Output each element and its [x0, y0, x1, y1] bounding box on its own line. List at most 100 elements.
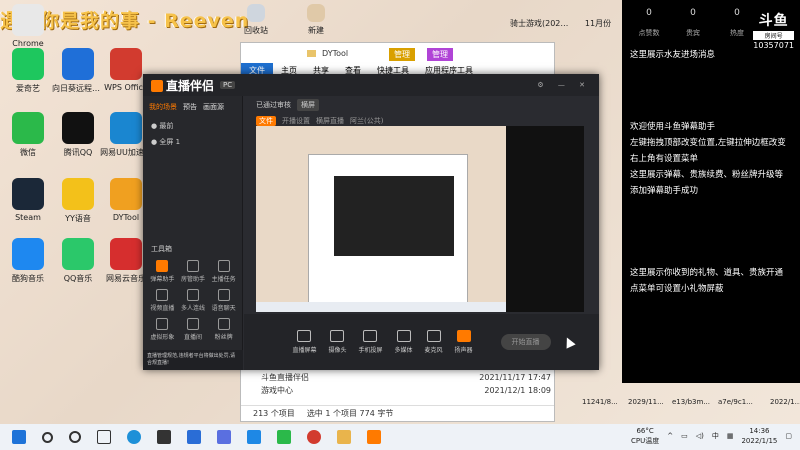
control-label: 扬声器 — [454, 347, 473, 354]
toolbox-item[interactable]: 房管助手 — [178, 260, 209, 283]
desktop-icon[interactable]: Chrome — [2, 4, 54, 48]
toolbox-item[interactable]: 虚拟形象 — [147, 318, 178, 341]
cpu-temp[interactable]: 66°C CPU温度 — [631, 426, 659, 446]
desktop-icon-game[interactable]: 骑士游戏(2022新) — [510, 18, 570, 29]
file-tag[interactable]: 文件 — [256, 116, 276, 126]
desktop-icon-recycle[interactable]: 回收站 — [230, 4, 282, 36]
explorer-title: DYTool — [322, 48, 349, 58]
desktop-icon-label: Chrome — [12, 39, 44, 48]
defender-icon[interactable] — [247, 430, 261, 444]
file-list: 斗鱼直播伴侣 2021/11/17 17:47 游戏中心 2021/12/1 1… — [261, 371, 551, 397]
stream-control[interactable]: 多媒体 — [395, 330, 413, 354]
tool-label: 直播间 — [183, 334, 202, 341]
volume-icon[interactable]: ◁) — [696, 432, 704, 440]
wechat-icon[interactable] — [277, 430, 291, 444]
toolbox-title: 工具箱 — [151, 245, 172, 253]
clock[interactable]: 14:36 2022/1/15 — [741, 426, 777, 446]
desktop-icon[interactable]: YY语音 — [52, 178, 104, 224]
toolbox-item[interactable]: 直播间 — [178, 318, 209, 341]
stream-control[interactable]: 摄像头 — [328, 330, 346, 354]
stat-vip: 0 贵宾 — [686, 8, 700, 37]
desktop-icon[interactable]: QQ音乐 — [52, 238, 104, 284]
toolbox-item[interactable]: 粉丝牌 — [208, 318, 239, 341]
app-icon — [110, 112, 142, 144]
tab-preview[interactable]: 预告 — [183, 102, 197, 112]
windows-start-icon[interactable] — [12, 430, 26, 444]
desktop-file-label[interactable]: a7e/9c1... — [718, 398, 753, 406]
desktop-icon[interactable]: 腾讯QQ — [52, 112, 104, 158]
control-label: 多媒体 — [394, 347, 413, 354]
desktop-file-label[interactable]: 2029/11... — [628, 398, 664, 406]
toolbox-item[interactable]: 多人连线 — [178, 289, 209, 312]
store-icon[interactable] — [157, 430, 171, 444]
stream-control[interactable]: 直播屏幕 — [292, 330, 316, 354]
control-icon — [330, 330, 345, 342]
taskbar: 66°C CPU温度 ^ ▭ ◁) 中 ▦ 14:36 2022/1/15 ▢ — [0, 424, 800, 450]
task-view-icon[interactable] — [97, 430, 111, 444]
desktop-icon[interactable]: 微信 — [2, 112, 54, 158]
desktop-file-label[interactable]: 11241/8... — [582, 398, 618, 406]
ime-indicator[interactable]: 中 — [712, 431, 719, 441]
tab-sources[interactable]: 画面源 — [203, 102, 224, 112]
network-icon[interactable]: ▭ — [681, 432, 688, 440]
netease-music-icon[interactable] — [307, 430, 321, 444]
explorer-statusbar: 213 个项目 选中 1 个项目 774 字节 — [241, 405, 554, 421]
desktop-icon-label: 爱奇艺 — [16, 84, 40, 93]
scene-item[interactable]: ● 全屏 1 — [143, 134, 242, 150]
list-item[interactable]: 斗鱼直播伴侣 2021/11/17 17:47 — [261, 371, 551, 384]
danmaku-assistant-panel[interactable]: 0 点赞数 0 贵宾 0 热度 斗鱼 房间号 10357071 这里展示水友进场消息 … — [622, 0, 800, 383]
toolbox-grid: 弹幕助手 房管助手 主播任务视频直播 多人连线 语音聊天虚拟形象 直播间 粉丝牌 — [147, 260, 239, 341]
list-item[interactable]: 游戏中心 2021/12/1 18:09 — [261, 384, 551, 397]
toolbox-item[interactable]: 弹幕助手 — [147, 260, 178, 283]
manage-tab-2[interactable]: 管理 — [427, 48, 453, 61]
desktop-icon[interactable]: Steam — [2, 178, 54, 222]
tool-icon — [186, 318, 199, 330]
sub-item[interactable]: 开播设置 — [282, 116, 310, 126]
desktop-file-label[interactable]: 2022/1... — [770, 398, 800, 406]
tab-my-scenes[interactable]: 我的场景 — [149, 102, 177, 112]
sub-item[interactable]: 阿兰(公共) — [350, 116, 383, 126]
stream-titlebar[interactable]: 直播伴侣 PC ⚙ — ✕ — [143, 74, 599, 96]
stream-control[interactable]: 手机投屏 — [358, 330, 383, 354]
mail-icon[interactable] — [187, 430, 201, 444]
control-icon — [426, 330, 441, 342]
preview-taskbar — [256, 302, 506, 312]
desktop-icon-label: YY语音 — [65, 214, 91, 223]
window-controls[interactable]: ⚙ — ✕ — [537, 81, 591, 89]
desktop-icon-month[interactable]: 11月份 — [576, 18, 620, 29]
toolbox-item[interactable]: 主播任务 — [208, 260, 239, 283]
manage-tab-1[interactable]: 管理 — [389, 48, 415, 61]
chevron-up-icon[interactable]: ^ — [667, 432, 673, 440]
app-icon — [110, 48, 142, 80]
search-icon[interactable] — [42, 431, 53, 443]
app-icon — [62, 48, 94, 80]
stream-control[interactable]: 麦克风 — [425, 330, 443, 354]
desktop-icon-new[interactable]: 新建 — [290, 4, 342, 36]
notification-icon[interactable]: ▢ — [785, 432, 792, 440]
stream-companion-window[interactable]: 直播伴侣 PC ⚙ — ✕ 我的场景 预告 画面源 ● 最前 ● 全屏 1 工具… — [143, 74, 599, 370]
desktop-icon[interactable]: 酷狗音乐 — [2, 238, 54, 284]
live-preview[interactable] — [256, 126, 584, 312]
control-label: 麦克风 — [424, 347, 443, 354]
control-label: 摄像头 — [328, 347, 347, 354]
sub-item[interactable]: 横屏直播 — [316, 116, 344, 126]
desktop-icon[interactable]: 向日葵远程控制 — [52, 48, 104, 94]
app-icon[interactable] — [217, 430, 231, 444]
control-icon — [396, 330, 411, 342]
file-explorer-icon[interactable] — [337, 430, 351, 444]
scene-item[interactable]: ● 最前 — [143, 118, 242, 134]
stream-control[interactable]: 扬声器 — [455, 330, 473, 354]
toolbox-item[interactable]: 语音聊天 — [208, 289, 239, 312]
desktop-icon[interactable]: 爱奇艺 — [2, 48, 54, 94]
desktop-file-label[interactable]: e13/b3m... — [672, 398, 710, 406]
toolbox-item[interactable]: 视频直播 — [147, 289, 178, 312]
grid-icon[interactable]: ▦ — [727, 432, 734, 440]
orientation-badge[interactable]: 横屏 — [297, 99, 319, 111]
app-logo: 直播伴侣 — [151, 77, 214, 94]
stream-companion-icon[interactable] — [367, 430, 381, 444]
recycle-bin-icon — [247, 4, 265, 22]
tool-icon — [186, 260, 199, 272]
go-live-button[interactable]: 开始直播 — [500, 334, 551, 350]
cortana-icon[interactable] — [69, 431, 81, 443]
edge-icon[interactable] — [127, 430, 141, 444]
